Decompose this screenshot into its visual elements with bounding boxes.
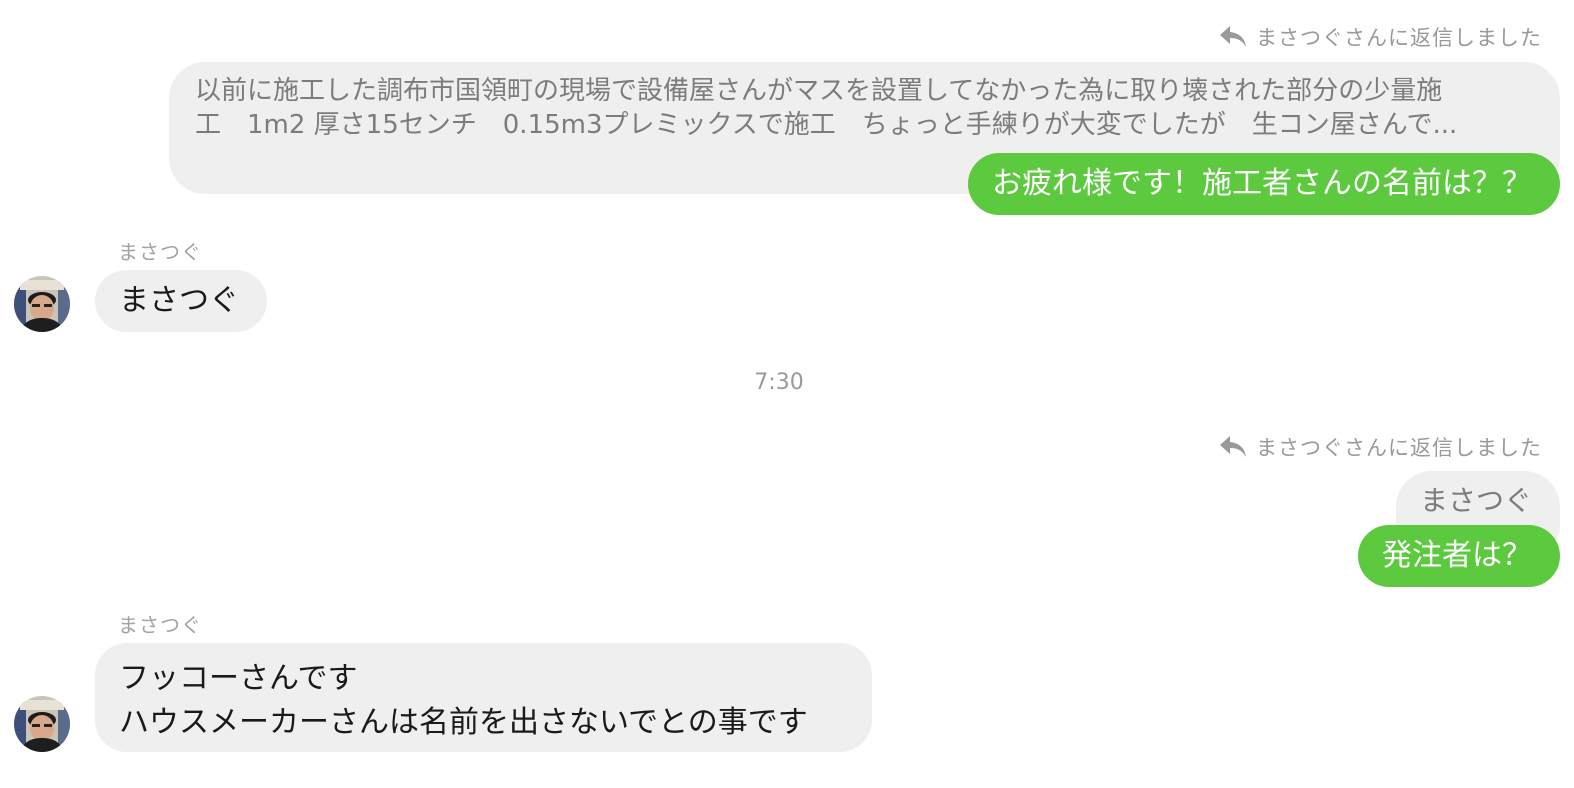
avatar-image [14, 276, 70, 332]
message-line: フッコーさんです [119, 661, 358, 696]
quoted-message-line: まさつぐ [1419, 484, 1532, 517]
reply-arrow-icon [1220, 26, 1246, 47]
incoming-message-bubble[interactable]: まさつぐ [95, 270, 267, 332]
sender-avatar[interactable] [14, 276, 70, 332]
sender-name: まさつぐ [118, 240, 202, 264]
message-line: ハウスメーカーさんは名前を出さないでとの事です [119, 705, 808, 740]
reply-indicator: まさつぐさんに返信しました [1218, 22, 1542, 52]
reply-indicator-text: まさつぐさんに返信しました [1256, 436, 1542, 460]
reply-indicator: まさつぐさんに返信しました [1218, 432, 1542, 462]
timestamp-divider: 7:30 [754, 370, 804, 395]
chat-thread[interactable]: まさつぐさんに返信しました 以前に施工した調布市国領町の現場で設備屋さんがマスを… [0, 0, 1574, 788]
reply-indicator-text: まさつぐさんに返信しました [1256, 26, 1542, 50]
incoming-message-bubble[interactable]: フッコーさんです ハウスメーカーさんは名前を出さないでとの事です [95, 643, 872, 752]
outgoing-message-bubble[interactable]: 発注者は？ [1358, 525, 1560, 587]
sender-name: まさつぐ [118, 613, 202, 637]
quoted-message-line: 以前に施工した調布市国領町の現場で設備屋さんがマスを設置してなかった為に取り壊さ… [195, 76, 1443, 106]
reply-arrow-icon [1220, 436, 1246, 457]
outgoing-message-bubble[interactable]: お疲れ様です！施工者さんの名前は？？ [968, 153, 1560, 215]
sender-avatar[interactable] [14, 696, 70, 752]
avatar-image [14, 696, 70, 752]
quoted-message-line: 工 1m2 厚さ15センチ 0.15m3プレミックスで施工 ちょっと手練りが大変… [195, 110, 1458, 140]
